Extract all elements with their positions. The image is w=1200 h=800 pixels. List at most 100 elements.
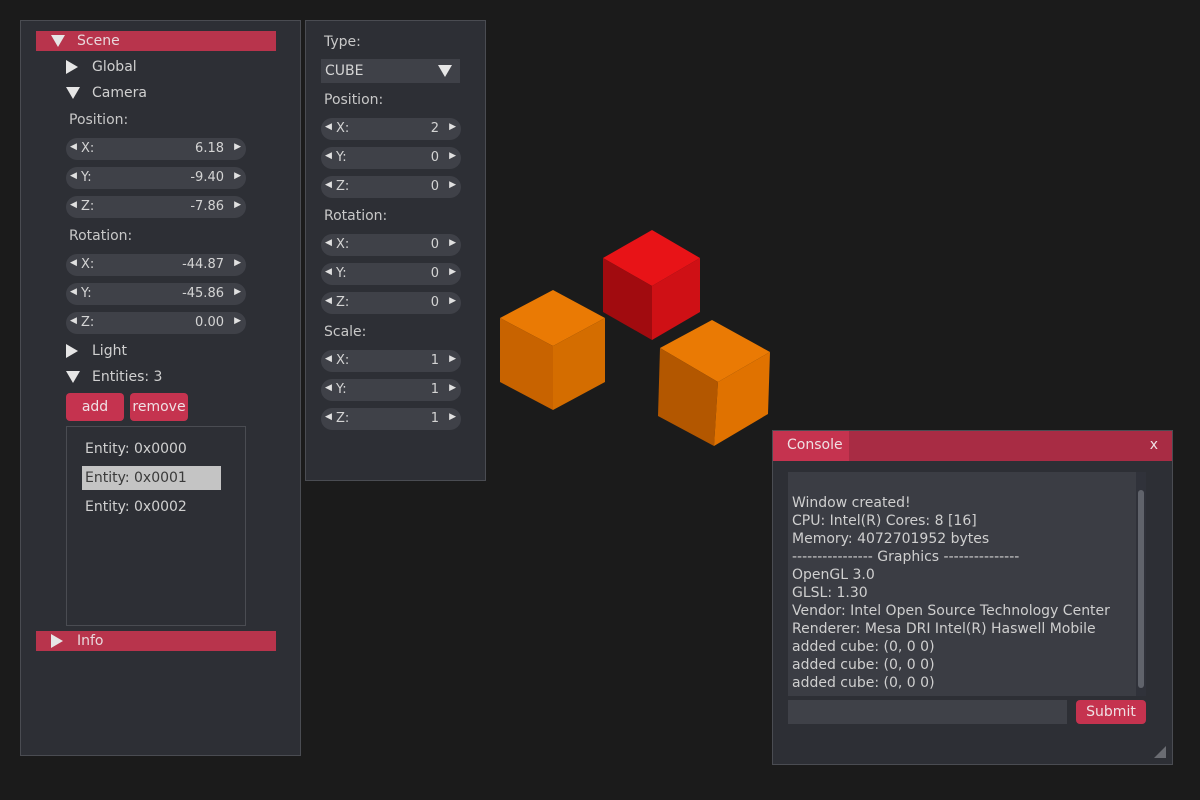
camera-position-x-field[interactable]: ◀ X: 6.18 ▶ — [66, 138, 246, 160]
entity-list-item[interactable]: Entity: 0x0000 — [82, 437, 224, 461]
info-header[interactable]: Info — [36, 631, 276, 651]
entity-position-y-field[interactable]: ◀ Y: 0 ▶ — [321, 147, 461, 169]
entity-rotation-x-field[interactable]: ◀ X: 0 ▶ — [321, 234, 461, 256]
arrow-left-icon[interactable]: ◀ — [70, 142, 77, 152]
arrow-left-icon[interactable]: ◀ — [325, 267, 332, 277]
entity-scale-x-field[interactable]: ◀ X: 1 ▶ — [321, 350, 461, 372]
entity-rotation-z-field[interactable]: ◀ Z: 0 ▶ — [321, 292, 461, 314]
tree-node-entities[interactable]: Entities: 3 — [66, 367, 266, 387]
field-value: 0 — [430, 266, 439, 281]
type-dropdown[interactable]: CUBE — [321, 59, 460, 83]
entity-position-z-field[interactable]: ◀ Z: 0 ▶ — [321, 176, 461, 198]
console-line: Vendor: Intel Open Source Technology Cen… — [792, 603, 1110, 619]
arrow-right-icon[interactable]: ▶ — [449, 180, 456, 190]
field-key: Y: — [336, 266, 347, 281]
scene-header[interactable]: Scene — [36, 31, 276, 51]
entity-position-x-field[interactable]: ◀ X: 2 ▶ — [321, 118, 461, 140]
field-value: -7.86 — [190, 199, 224, 214]
console-title-bar[interactable]: Console x — [773, 431, 1172, 461]
arrow-left-icon[interactable]: ◀ — [325, 180, 332, 190]
field-key: Y: — [336, 382, 347, 397]
console-scrollbar-thumb[interactable] — [1138, 490, 1144, 688]
arrow-right-icon[interactable]: ▶ — [449, 296, 456, 306]
entity-list-item-selected[interactable]: Entity: 0x0001 — [82, 466, 221, 490]
field-value: 0 — [430, 237, 439, 252]
arrow-right-icon[interactable]: ▶ — [234, 200, 241, 210]
arrow-left-icon[interactable]: ◀ — [325, 412, 332, 422]
entity-scale-y-field[interactable]: ◀ Y: 1 ▶ — [321, 379, 461, 401]
arrow-left-icon[interactable]: ◀ — [325, 354, 332, 364]
resize-grip-icon[interactable] — [1154, 746, 1166, 758]
camera-position-z-field[interactable]: ◀ Z: -7.86 ▶ — [66, 196, 246, 218]
chevron-down-icon — [438, 65, 452, 77]
field-value: -44.87 — [182, 257, 224, 272]
camera-position-y-field[interactable]: ◀ Y: -9.40 ▶ — [66, 167, 246, 189]
tree-node-light-label: Light — [92, 343, 127, 359]
viewport-3d[interactable] — [490, 220, 790, 460]
arrow-right-icon[interactable]: ▶ — [449, 122, 456, 132]
field-value: -9.40 — [190, 170, 224, 185]
tree-node-light[interactable]: Light — [66, 341, 266, 361]
arrow-right-icon[interactable]: ▶ — [449, 238, 456, 248]
console-line: Renderer: Mesa DRI Intel(R) Haswell Mobi… — [792, 621, 1096, 637]
console-scrollbar[interactable] — [1136, 472, 1146, 696]
console-output[interactable]: Window created! CPU: Intel(R) Cores: 8 [… — [788, 472, 1146, 696]
remove-entity-button[interactable]: remove — [130, 393, 188, 421]
field-value: 0 — [430, 150, 439, 165]
arrow-left-icon[interactable]: ◀ — [325, 122, 332, 132]
arrow-left-icon[interactable]: ◀ — [325, 238, 332, 248]
arrow-right-icon[interactable]: ▶ — [234, 258, 241, 268]
entity-list-item[interactable]: Entity: 0x0002 — [82, 495, 224, 519]
arrow-right-icon[interactable]: ▶ — [449, 151, 456, 161]
arrow-right-icon[interactable]: ▶ — [234, 316, 241, 326]
arrow-left-icon[interactable]: ◀ — [325, 383, 332, 393]
entity-list[interactable]: Entity: 0x0000 Entity: 0x0001 Entity: 0x… — [66, 426, 246, 626]
arrow-right-icon[interactable]: ▶ — [234, 142, 241, 152]
add-entity-button[interactable]: add — [66, 393, 124, 421]
field-value: 1 — [430, 353, 439, 368]
console-line: CPU: Intel(R) Cores: 8 [16] — [792, 513, 977, 529]
entity-rotation-y-field[interactable]: ◀ Y: 0 ▶ — [321, 263, 461, 285]
arrow-right-icon[interactable]: ▶ — [449, 267, 456, 277]
arrow-left-icon[interactable]: ◀ — [70, 200, 77, 210]
cube-orange-left[interactable] — [500, 290, 605, 410]
console-line: Memory: 4072701952 bytes — [792, 531, 990, 547]
field-value: 0.00 — [195, 315, 224, 330]
camera-rotation-x-field[interactable]: ◀ X: -44.87 ▶ — [66, 254, 246, 276]
arrow-right-icon[interactable]: ▶ — [234, 287, 241, 297]
triangle-right-icon — [51, 634, 63, 648]
camera-rotation-z-field[interactable]: ◀ Z: 0.00 ▶ — [66, 312, 246, 334]
camera-rotation-y-field[interactable]: ◀ Y: -45.86 ▶ — [66, 283, 246, 305]
field-key: Z: — [81, 315, 95, 330]
arrow-left-icon[interactable]: ◀ — [325, 151, 332, 161]
entity-properties-panel: Type: CUBE Position: ◀ X: 2 ▶ ◀ Y: 0 ▶ ◀… — [305, 20, 486, 481]
entity-scale-label: Scale: — [324, 324, 367, 340]
arrow-left-icon[interactable]: ◀ — [70, 316, 77, 326]
field-value: 1 — [430, 382, 439, 397]
tree-node-camera[interactable]: Camera — [66, 83, 266, 103]
arrow-right-icon[interactable]: ▶ — [449, 383, 456, 393]
arrow-left-icon[interactable]: ◀ — [325, 296, 332, 306]
field-key: X: — [336, 121, 350, 136]
entity-rotation-label: Rotation: — [324, 208, 388, 224]
console-line: ---------------- Graphics --------------… — [792, 549, 1020, 565]
arrow-left-icon[interactable]: ◀ — [70, 171, 77, 181]
console-input[interactable] — [788, 700, 1067, 724]
arrow-left-icon[interactable]: ◀ — [70, 287, 77, 297]
tree-node-global[interactable]: Global — [66, 57, 266, 77]
submit-button[interactable]: Submit — [1076, 700, 1146, 724]
console-title: Console — [787, 437, 843, 453]
close-icon[interactable]: x — [1150, 437, 1158, 453]
arrow-right-icon[interactable]: ▶ — [449, 354, 456, 364]
info-header-label: Info — [77, 633, 104, 649]
cube-orange-right[interactable] — [658, 320, 770, 446]
triangle-down-icon — [66, 371, 80, 383]
arrow-right-icon[interactable]: ▶ — [449, 412, 456, 422]
arrow-left-icon[interactable]: ◀ — [70, 258, 77, 268]
field-value: -45.86 — [182, 286, 224, 301]
arrow-right-icon[interactable]: ▶ — [234, 171, 241, 181]
cube-red[interactable] — [603, 230, 700, 340]
field-key: Z: — [336, 295, 350, 310]
entity-scale-z-field[interactable]: ◀ Z: 1 ▶ — [321, 408, 461, 430]
console-window: Console x Window created! CPU: Intel(R) … — [772, 430, 1173, 765]
